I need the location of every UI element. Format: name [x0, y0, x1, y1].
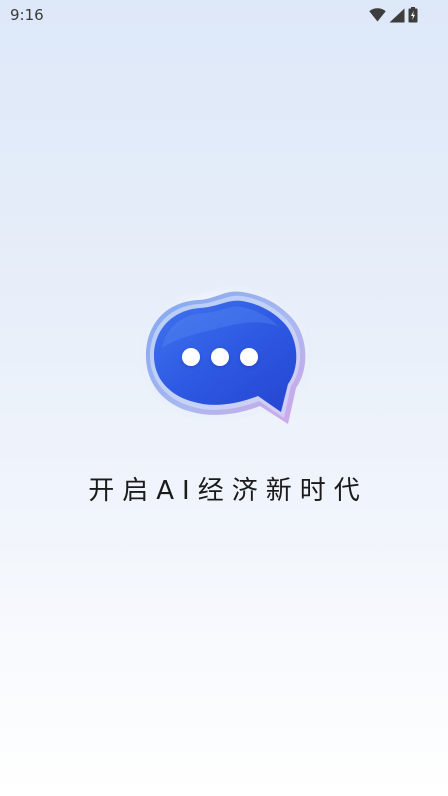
- splash-tagline: 开启AI经济新时代: [88, 476, 368, 506]
- chat-bubble-icon: [132, 280, 316, 438]
- wifi-icon: [369, 8, 386, 22]
- status-time: 9:16: [10, 6, 44, 24]
- status-bar: 9:16: [0, 0, 448, 30]
- signal-icon: [389, 8, 405, 23]
- battery-icon: [408, 7, 418, 23]
- status-icons: [369, 5, 418, 25]
